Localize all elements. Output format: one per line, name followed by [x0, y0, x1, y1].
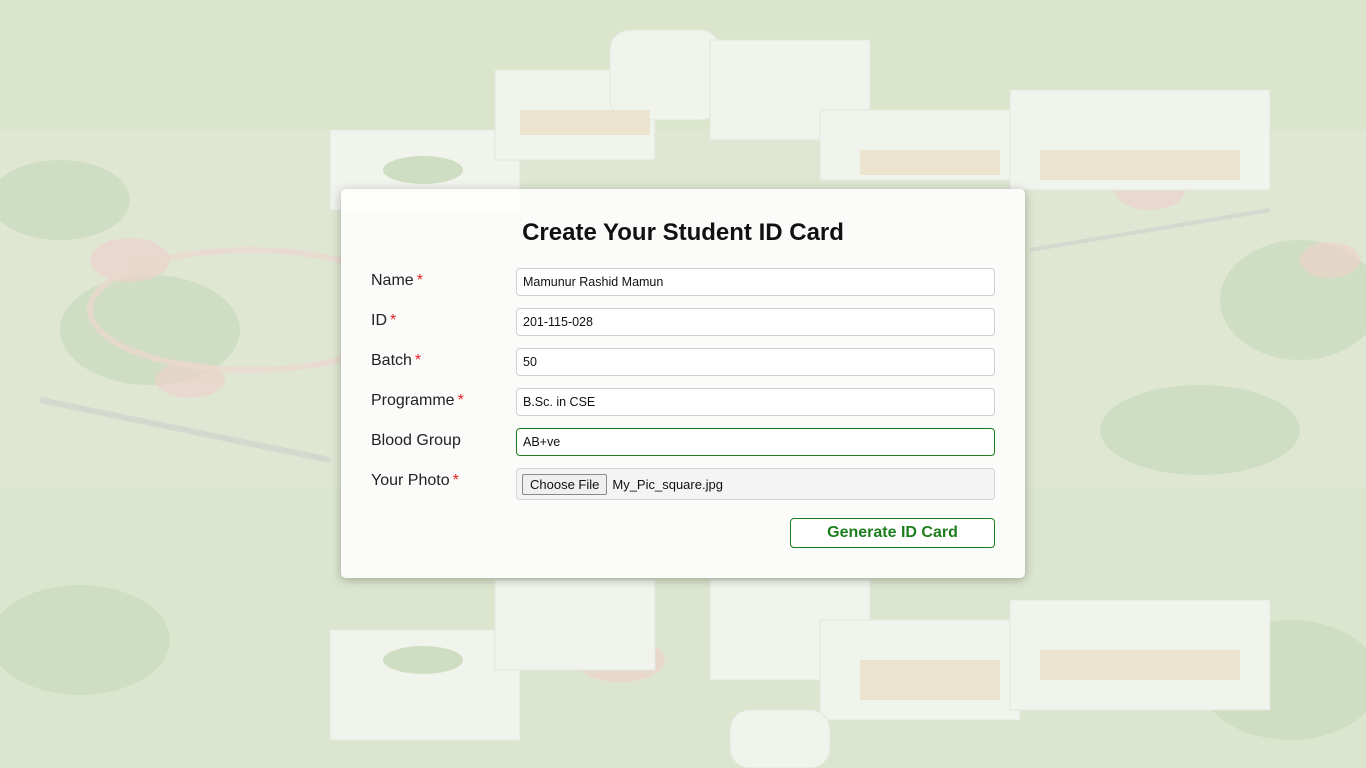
generate-id-card-button[interactable]: Generate ID Card — [790, 518, 995, 548]
id-label: ID * — [371, 312, 397, 329]
blood-group-row: Blood Group — [371, 428, 995, 456]
blood-group-input[interactable] — [516, 428, 995, 456]
photo-file-input[interactable]: Choose File My_Pic_square.jpg — [516, 468, 995, 500]
required-mark: * — [452, 472, 459, 489]
required-mark: * — [390, 312, 397, 329]
batch-label: Batch * — [371, 352, 422, 369]
required-mark: * — [457, 392, 464, 409]
programme-input[interactable] — [516, 388, 995, 416]
selected-file-name: My_Pic_square.jpg — [612, 476, 723, 492]
id-card-form: Create Your Student ID Card Name* ID* Ba… — [341, 189, 1025, 578]
name-input[interactable] — [516, 268, 995, 296]
programme-label: Programme * — [371, 392, 464, 409]
choose-file-button[interactable]: Choose File — [522, 473, 608, 495]
blood-group-label: Blood Group — [371, 432, 461, 449]
required-mark: * — [416, 272, 423, 289]
batch-row: Batch * — [371, 348, 995, 376]
required-mark: * — [414, 352, 422, 369]
name-row: Name * — [371, 268, 995, 296]
batch-input[interactable] — [516, 348, 995, 376]
photo-row: Your Photo * Choose File My_Pic_square.jp… — [371, 468, 995, 500]
photo-label: Your Photo * — [371, 472, 459, 489]
programme-row: Programme * — [371, 388, 995, 416]
id-row: ID * — [371, 308, 995, 336]
name-label: Name * — [371, 272, 423, 289]
form-title: Create Your Student ID Card — [522, 219, 844, 246]
id-input[interactable] — [516, 308, 995, 336]
